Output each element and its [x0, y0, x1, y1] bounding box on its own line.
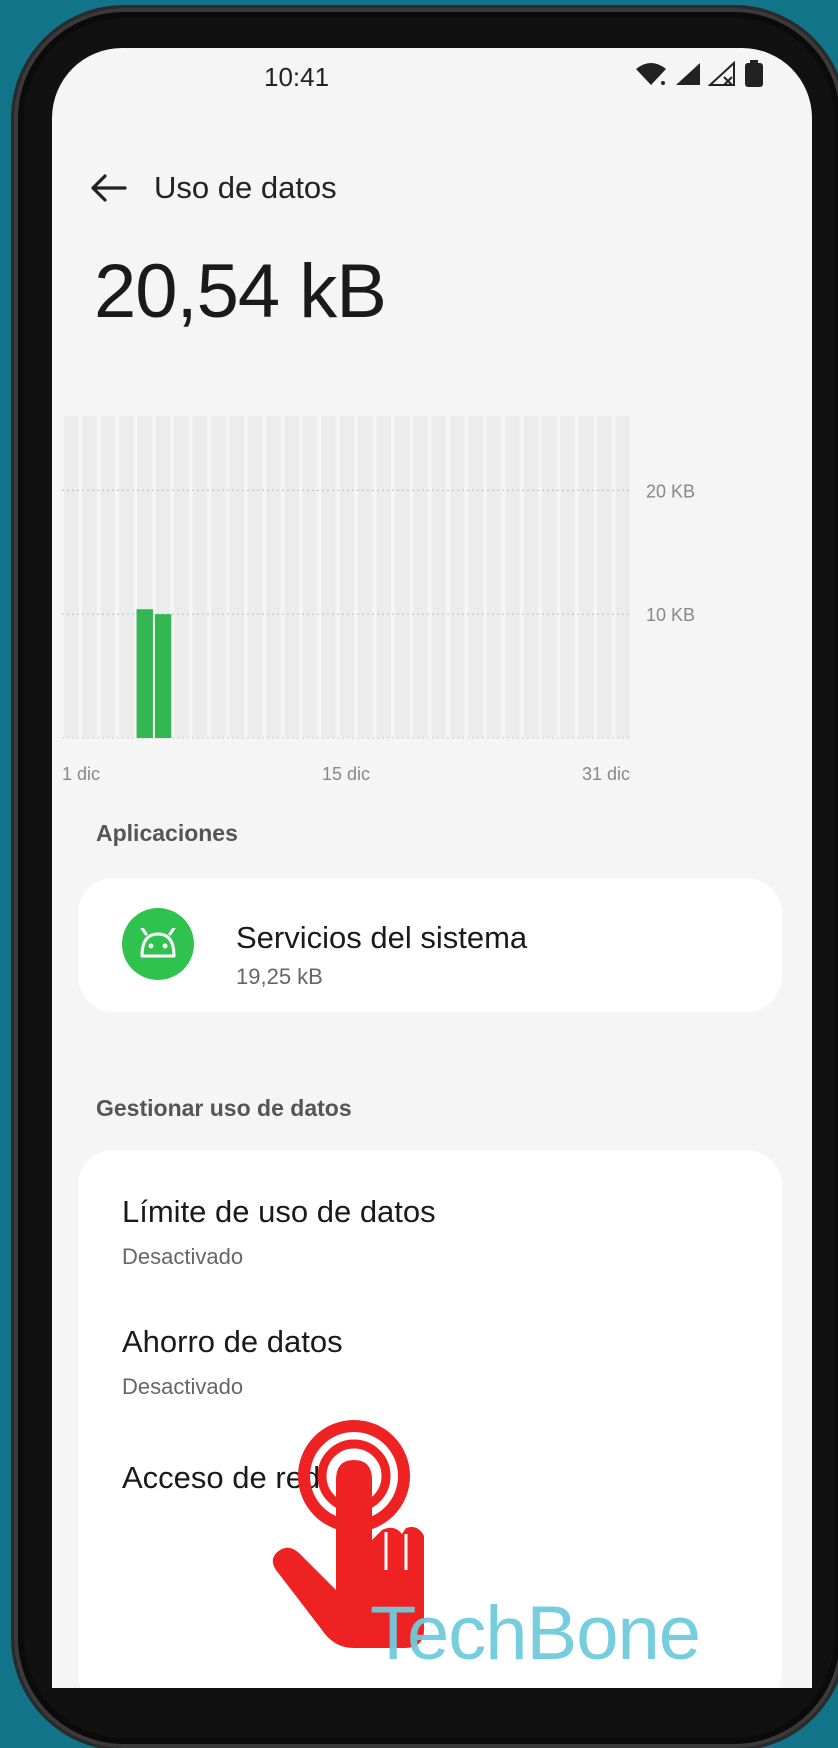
- chart-day-column: [578, 416, 594, 738]
- screen: 10:41 Uso de datos 20,54 kB 20 KB 10 KB …: [52, 48, 812, 1688]
- chart-day-column: [100, 416, 116, 738]
- chart-y-tick-label: 10 KB: [646, 605, 695, 625]
- apps-section-label: Aplicaciones: [96, 820, 238, 846]
- chart-x-tick-label: 15 dic: [322, 764, 370, 784]
- chart-day-column: [339, 416, 355, 738]
- header: Uso de datos: [84, 158, 337, 218]
- setting-title: Acceso de red: [122, 1460, 321, 1495]
- chart-day-column: [192, 416, 208, 738]
- chart-day-column: [431, 416, 447, 738]
- setting-title: Ahorro de datos: [122, 1324, 343, 1359]
- chart-day-column: [303, 416, 318, 738]
- setting-subtitle: Desactivado: [122, 1374, 244, 1399]
- chart-y-tick-label: 20 KB: [646, 481, 695, 501]
- chart-day-column: [247, 416, 263, 738]
- chart-day-column: [321, 416, 336, 738]
- signal-icon: [676, 63, 700, 85]
- setting-title: Límite de uso de datos: [122, 1194, 436, 1229]
- chart-day-column: [376, 416, 391, 738]
- chart-day-column: [174, 416, 189, 738]
- battery-icon: [745, 60, 763, 87]
- chart-x-tick-label: 31 dic: [582, 764, 630, 784]
- setting-data-saver[interactable]: Ahorro de datos Desactivado: [122, 1324, 742, 1400]
- signal-no-sim-icon: [708, 61, 735, 86]
- usage-chart[interactable]: 20 KB 10 KB 1 dic 15 dic 31 dic: [52, 408, 812, 868]
- chart-day-column: [505, 416, 520, 738]
- setting-subtitle: Desactivado: [122, 1244, 244, 1269]
- wifi-icon: [636, 63, 666, 85]
- total-usage: 20,54 kB: [94, 249, 387, 334]
- setting-data-limit[interactable]: Límite de uso de datos Desactivado: [122, 1194, 742, 1270]
- chart-day-column: [597, 416, 612, 738]
- setting-network-access[interactable]: Acceso de red: [122, 1460, 742, 1496]
- chart-day-column: [64, 416, 79, 738]
- chart-day-column: [82, 416, 97, 738]
- back-button[interactable]: [84, 163, 134, 213]
- app-name: Servicios del sistema: [236, 920, 528, 955]
- app-row-servicios-del-sistema[interactable]: Servicios del sistema 19,25 kB: [78, 878, 782, 1012]
- usage-chart-svg: 20 KB 10 KB 1 dic 15 dic 31 dic: [62, 416, 695, 784]
- chart-day-column: [211, 416, 226, 738]
- chart-day-column: [450, 416, 465, 738]
- android-icon: [122, 908, 194, 980]
- chart-day-column: [358, 416, 373, 738]
- chart-day-column: [229, 416, 244, 738]
- chart-bar: [154, 614, 172, 738]
- chart-x-tick-label: 1 dic: [62, 764, 100, 784]
- chart-day-column: [284, 416, 300, 738]
- chart-day-column: [119, 416, 134, 738]
- manage-section-label: Gestionar uso de datos: [96, 1095, 352, 1121]
- chart-day-column: [615, 416, 630, 738]
- chart-day-column: [266, 416, 281, 738]
- chart-day-column: [486, 416, 502, 738]
- status-time: 10:41: [264, 62, 330, 92]
- watermark: TechBone: [370, 1591, 701, 1676]
- chart-day-column: [413, 416, 428, 738]
- page-title: Uso de datos: [154, 170, 337, 205]
- status-icons: [634, 60, 764, 88]
- arrow-left-icon: [91, 174, 127, 202]
- chart-day-column: [468, 416, 483, 738]
- status-bar: 10:41: [52, 48, 812, 108]
- chart-bar: [136, 609, 153, 738]
- chart-day-column: [394, 416, 410, 738]
- app-size: 19,25 kB: [236, 964, 323, 989]
- chart-day-column: [560, 416, 575, 738]
- chart-day-column: [542, 416, 557, 738]
- apps-card: Servicios del sistema 19,25 kB: [78, 878, 782, 1012]
- chart-day-column: [523, 416, 539, 738]
